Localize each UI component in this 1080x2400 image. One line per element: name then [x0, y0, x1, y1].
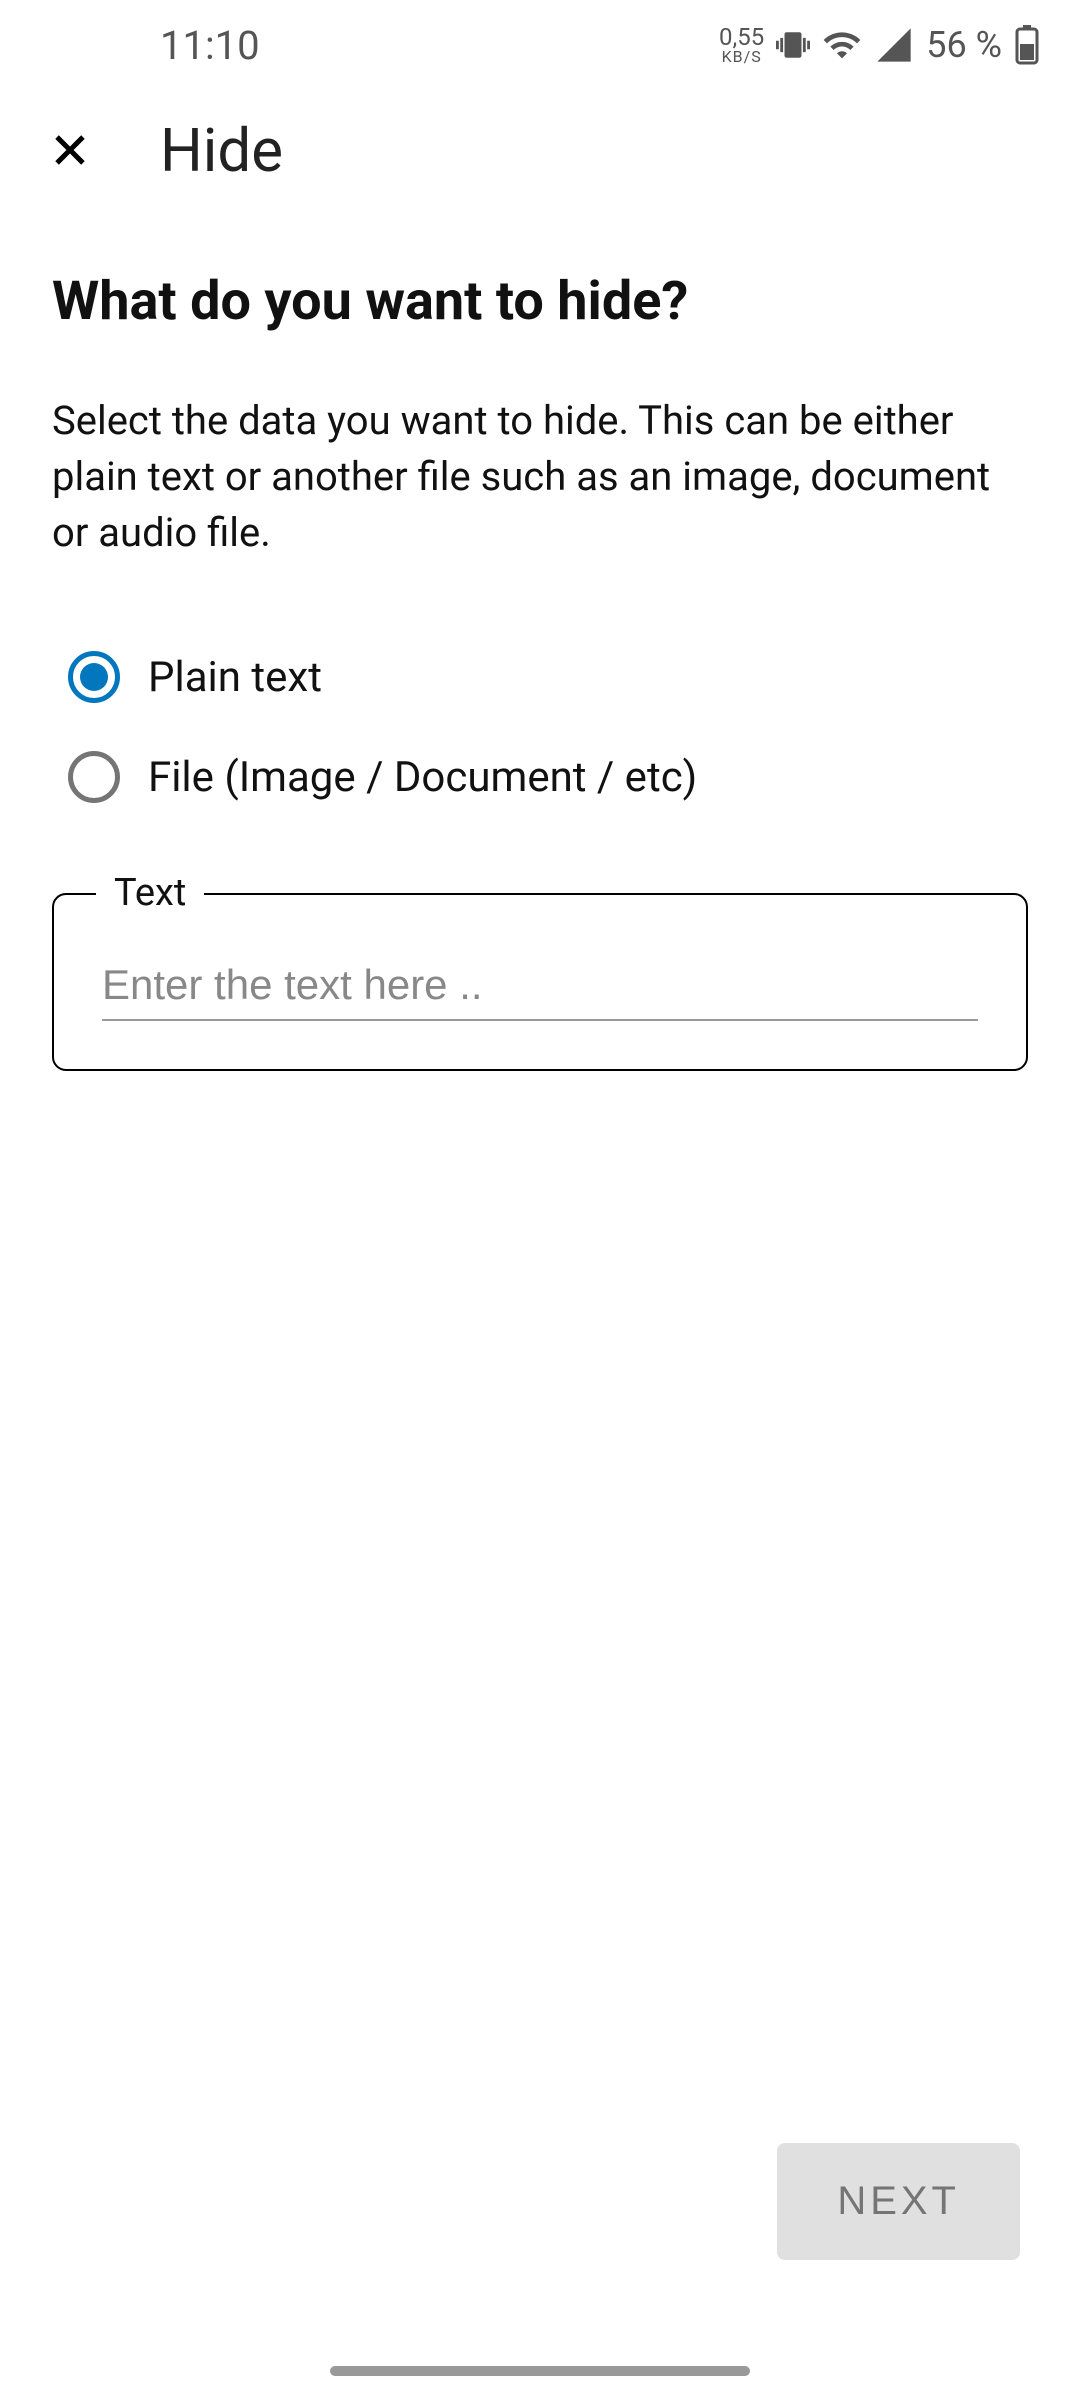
content: What do you want to hide? Select the dat… [0, 210, 1080, 1071]
app-bar: Hide [0, 90, 1080, 210]
status-bar: 11:10 0,55 KB/S 56 % [0, 0, 1080, 90]
status-time: 11:10 [160, 22, 260, 69]
signal-icon [874, 25, 914, 65]
battery-percent: 56 % [926, 24, 1002, 66]
status-right: 0,55 KB/S 56 % [719, 24, 1040, 66]
radio-button-icon [68, 751, 120, 803]
wifi-icon [822, 25, 862, 65]
vibrate-icon [776, 28, 810, 62]
page-title: Hide [160, 115, 283, 186]
heading: What do you want to hide? [52, 270, 1028, 333]
battery-icon [1014, 25, 1040, 65]
radio-label: Plain text [148, 653, 322, 702]
close-button[interactable] [40, 120, 100, 180]
radio-group: Plain text File (Image / Document / etc) [52, 651, 1028, 803]
radio-label: File (Image / Document / etc) [148, 753, 697, 802]
radio-button-icon [68, 651, 120, 703]
nav-indicator [330, 2366, 750, 2376]
text-field-container: Text [52, 893, 1028, 1071]
radio-option-file[interactable]: File (Image / Document / etc) [68, 751, 1028, 803]
next-button[interactable]: NEXT [777, 2143, 1020, 2260]
close-icon [46, 126, 94, 174]
description: Select the data you want to hide. This c… [52, 393, 1028, 561]
network-speed: 0,55 KB/S [719, 25, 764, 65]
radio-option-plain-text[interactable]: Plain text [68, 651, 1028, 703]
text-field-legend: Text [96, 871, 204, 915]
text-input[interactable] [102, 951, 978, 1021]
text-field-box: Text [52, 893, 1028, 1071]
